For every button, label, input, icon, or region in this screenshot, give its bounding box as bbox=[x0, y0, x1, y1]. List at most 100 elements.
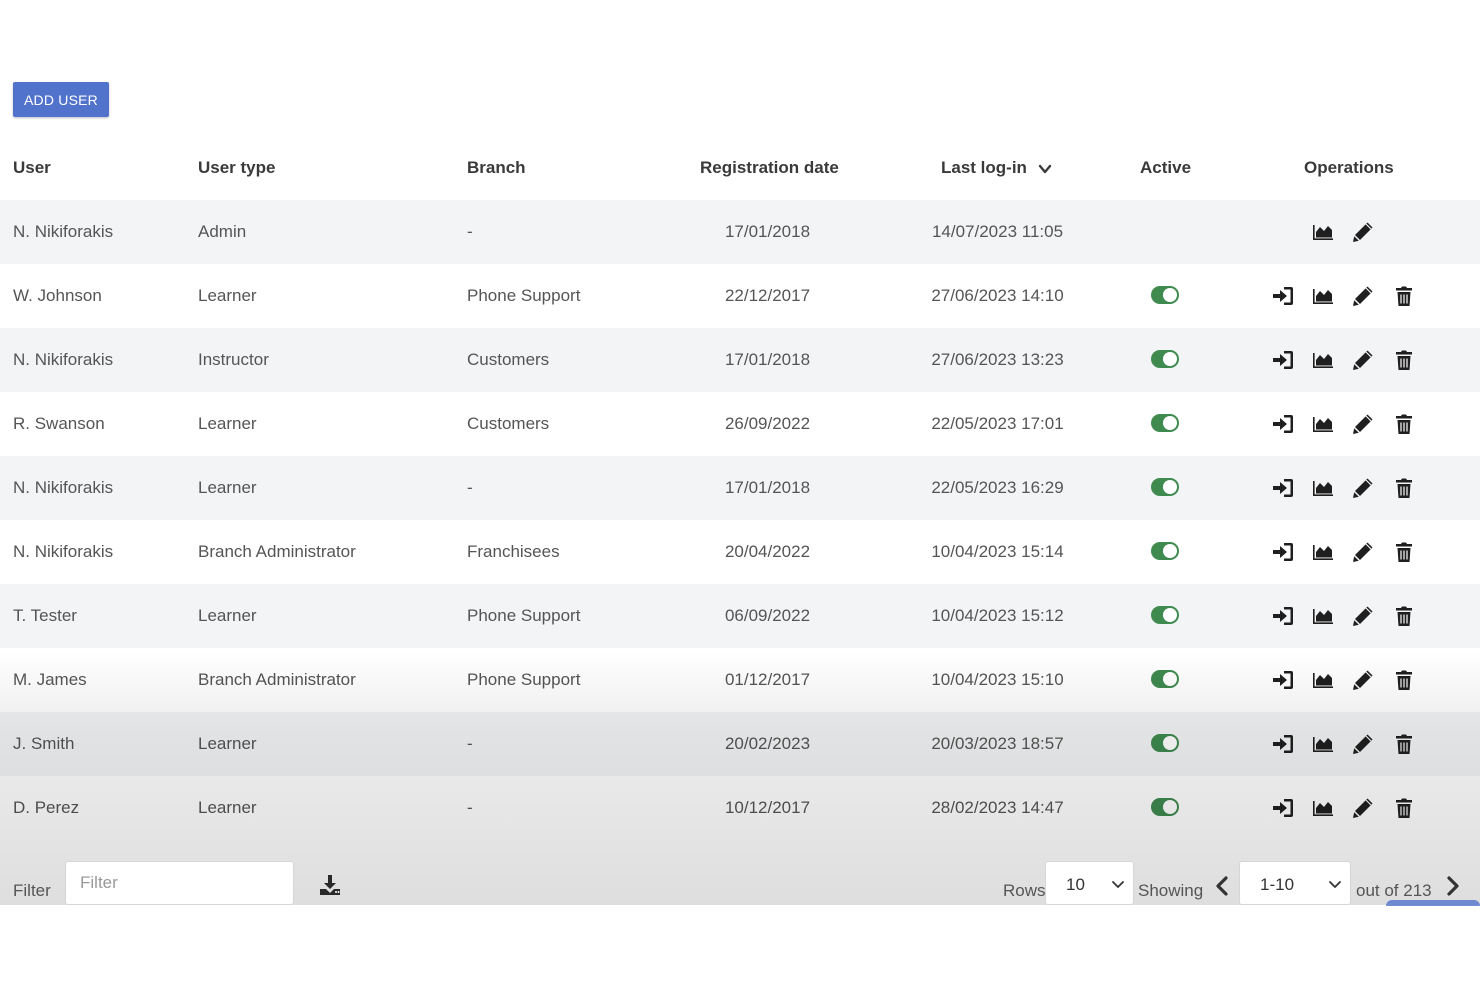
delete-button[interactable] bbox=[1392, 668, 1416, 692]
cell-user[interactable]: N. Nikiforakis bbox=[13, 350, 113, 370]
page-range-select[interactable]: 1-10 bbox=[1239, 861, 1351, 905]
login-as-button[interactable] bbox=[1271, 604, 1295, 628]
active-toggle[interactable] bbox=[1151, 670, 1179, 688]
delete-button[interactable] bbox=[1392, 284, 1416, 308]
delete-button[interactable] bbox=[1392, 604, 1416, 628]
stats-button[interactable] bbox=[1311, 540, 1335, 564]
cell-user[interactable]: T. Tester bbox=[13, 606, 77, 626]
edit-icon bbox=[1353, 478, 1373, 498]
chevron-left-icon[interactable] bbox=[1213, 875, 1231, 897]
edit-icon bbox=[1353, 222, 1373, 242]
column-header-branch[interactable]: Branch bbox=[467, 158, 526, 178]
login-as-icon bbox=[1273, 671, 1293, 689]
delete-icon bbox=[1396, 606, 1412, 626]
edit-button[interactable] bbox=[1351, 412, 1375, 436]
table-header: User User type Branch Registration date … bbox=[0, 134, 1480, 200]
cell-registration-date: 17/01/2018 bbox=[724, 350, 811, 369]
delete-icon bbox=[1396, 670, 1412, 690]
column-header-registration-date[interactable]: Registration date bbox=[700, 158, 839, 178]
download-icon[interactable] bbox=[318, 873, 342, 897]
cell-registration-date: 01/12/2017 bbox=[724, 670, 811, 689]
delete-icon bbox=[1396, 286, 1412, 306]
add-user-button[interactable]: ADD USER bbox=[13, 82, 109, 117]
edit-button[interactable] bbox=[1351, 540, 1375, 564]
delete-button[interactable] bbox=[1392, 540, 1416, 564]
sort-descending-icon[interactable] bbox=[1038, 162, 1052, 176]
table-row: N. Nikiforakis Learner - 17/01/2018 22/05/20… bbox=[0, 456, 1480, 520]
active-toggle[interactable] bbox=[1151, 286, 1179, 304]
active-toggle[interactable] bbox=[1151, 606, 1179, 624]
edit-button[interactable] bbox=[1351, 604, 1375, 628]
cell-user[interactable]: N. Nikiforakis bbox=[13, 222, 113, 242]
table-row: M. James Branch Administrator Phone Suppor… bbox=[0, 648, 1480, 712]
toggle-knob bbox=[1163, 352, 1177, 366]
cell-registration-date: 20/02/2023 bbox=[724, 734, 811, 753]
stats-button[interactable] bbox=[1311, 220, 1335, 244]
cell-user[interactable]: R. Swanson bbox=[13, 414, 105, 434]
cell-last-login: 28/02/2023 14:47 bbox=[931, 798, 1064, 817]
login-as-button[interactable] bbox=[1271, 348, 1295, 372]
stats-icon bbox=[1313, 737, 1333, 752]
column-header-operations: Operations bbox=[1304, 158, 1394, 177]
active-toggle[interactable] bbox=[1151, 542, 1179, 560]
active-toggle[interactable] bbox=[1151, 414, 1179, 432]
active-toggle[interactable] bbox=[1151, 734, 1179, 752]
active-toggle[interactable] bbox=[1151, 478, 1179, 496]
stats-button[interactable] bbox=[1311, 668, 1335, 692]
chevron-right-icon[interactable] bbox=[1444, 875, 1462, 897]
cell-registration-date: 10/12/2017 bbox=[724, 798, 811, 817]
table-row: T. Tester Learner Phone Support 06/09/2022 1… bbox=[0, 584, 1480, 648]
cell-user-type: Learner bbox=[198, 286, 257, 305]
login-as-button[interactable] bbox=[1271, 732, 1295, 756]
edit-icon bbox=[1353, 798, 1373, 818]
stats-button[interactable] bbox=[1311, 476, 1335, 500]
login-as-button[interactable] bbox=[1271, 284, 1295, 308]
login-as-button[interactable] bbox=[1271, 668, 1295, 692]
column-header-user-type[interactable]: User type bbox=[198, 158, 275, 178]
edit-button[interactable] bbox=[1351, 476, 1375, 500]
stats-button[interactable] bbox=[1311, 284, 1335, 308]
stats-button[interactable] bbox=[1311, 348, 1335, 372]
cell-user[interactable]: M. James bbox=[13, 670, 87, 690]
login-as-button[interactable] bbox=[1271, 796, 1295, 820]
login-as-button[interactable] bbox=[1271, 412, 1295, 436]
stats-button[interactable] bbox=[1311, 604, 1335, 628]
delete-button[interactable] bbox=[1392, 732, 1416, 756]
cell-user[interactable]: W. Johnson bbox=[13, 286, 102, 306]
login-as-button[interactable] bbox=[1271, 540, 1295, 564]
edit-button[interactable] bbox=[1351, 668, 1375, 692]
cell-user[interactable]: J. Smith bbox=[13, 734, 74, 754]
delete-button[interactable] bbox=[1392, 348, 1416, 372]
cell-user[interactable]: N. Nikiforakis bbox=[13, 478, 113, 498]
cell-branch: Customers bbox=[467, 414, 550, 433]
rows-per-page-select[interactable]: 10 bbox=[1045, 861, 1134, 905]
delete-icon bbox=[1396, 350, 1412, 370]
edit-button[interactable] bbox=[1351, 796, 1375, 820]
cell-branch: Phone Support bbox=[467, 286, 581, 305]
delete-icon bbox=[1396, 734, 1412, 754]
edit-icon bbox=[1353, 414, 1373, 434]
delete-button[interactable] bbox=[1392, 412, 1416, 436]
cell-user[interactable]: N. Nikiforakis bbox=[13, 542, 113, 562]
active-toggle[interactable] bbox=[1151, 798, 1179, 816]
edit-button[interactable] bbox=[1351, 732, 1375, 756]
column-header-last-login[interactable]: Last log-in bbox=[941, 158, 1052, 178]
delete-button[interactable] bbox=[1392, 476, 1416, 500]
stats-button[interactable] bbox=[1311, 796, 1335, 820]
cell-user[interactable]: D. Perez bbox=[13, 798, 79, 818]
filter-input[interactable] bbox=[65, 861, 294, 905]
stats-button[interactable] bbox=[1311, 732, 1335, 756]
delete-button[interactable] bbox=[1392, 796, 1416, 820]
edit-button[interactable] bbox=[1351, 284, 1375, 308]
login-as-icon bbox=[1273, 415, 1293, 433]
cell-user-type: Instructor bbox=[198, 350, 269, 369]
edit-button[interactable] bbox=[1351, 348, 1375, 372]
stats-button[interactable] bbox=[1311, 412, 1335, 436]
toggle-knob bbox=[1163, 288, 1177, 302]
users-table: User User type Branch Registration date … bbox=[0, 134, 1480, 905]
stats-icon bbox=[1313, 353, 1333, 368]
login-as-button[interactable] bbox=[1271, 476, 1295, 500]
edit-button[interactable] bbox=[1351, 220, 1375, 244]
column-header-user[interactable]: User bbox=[13, 158, 51, 178]
active-toggle[interactable] bbox=[1151, 350, 1179, 368]
